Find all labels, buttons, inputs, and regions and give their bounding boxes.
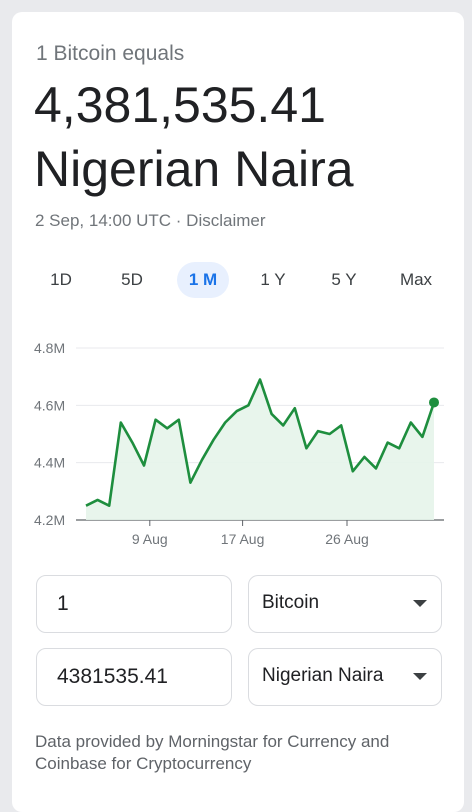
x-tick-label: 9 Aug bbox=[132, 531, 168, 547]
price-chart: 4.2M 4.4M 4.6M 4.8M 9 Aug 17 Aug 26 Aug bbox=[34, 340, 444, 547]
to-amount-value: 4381535.41 bbox=[57, 665, 168, 688]
x-tick-label: 17 Aug bbox=[221, 531, 265, 547]
tab-5d[interactable]: 5D bbox=[108, 262, 156, 298]
from-amount-field[interactable]: 1 bbox=[36, 575, 232, 633]
tab-1y[interactable]: 1 Y bbox=[249, 262, 297, 298]
y-tick-label: 4.6M bbox=[34, 397, 65, 413]
y-tick-label: 4.8M bbox=[34, 340, 65, 356]
conversion-value: 4,381,535.41 bbox=[34, 77, 326, 133]
tab-1d[interactable]: 1D bbox=[38, 262, 84, 298]
chevron-down-icon bbox=[413, 600, 427, 607]
from-currency-label: Bitcoin bbox=[262, 592, 320, 613]
conversion-subtitle: 1 Bitcoin equals bbox=[36, 42, 185, 65]
from-amount-value: 1 bbox=[57, 592, 69, 615]
y-tick-label: 4.4M bbox=[34, 455, 65, 471]
x-tick-label: 26 Aug bbox=[325, 531, 369, 547]
data-source-note: Data provided by Morningstar for Currenc… bbox=[35, 732, 390, 773]
tab-5y[interactable]: 5 Y bbox=[320, 262, 368, 298]
latest-point-marker bbox=[429, 397, 439, 408]
timestamp-disclaimer[interactable]: 2 Sep, 14:00 UTC · Disclaimer bbox=[35, 211, 266, 231]
tab-1m[interactable]: 1 M bbox=[177, 262, 229, 298]
y-tick-label: 4.2M bbox=[34, 512, 65, 528]
chevron-down-icon bbox=[413, 673, 427, 680]
range-tabs: 1D 5D 1 M 1 Y 5 Y Max bbox=[0, 262, 472, 298]
price-area bbox=[86, 379, 434, 520]
conversion-unit: Nigerian Naira bbox=[34, 141, 354, 197]
from-currency-select[interactable]: Bitcoin bbox=[248, 575, 442, 633]
to-currency-select[interactable]: Nigerian Naira bbox=[248, 648, 442, 706]
tab-max[interactable]: Max bbox=[390, 262, 442, 298]
to-amount-field[interactable]: 4381535.41 bbox=[36, 648, 232, 706]
to-currency-label: Nigerian Naira bbox=[262, 665, 384, 686]
